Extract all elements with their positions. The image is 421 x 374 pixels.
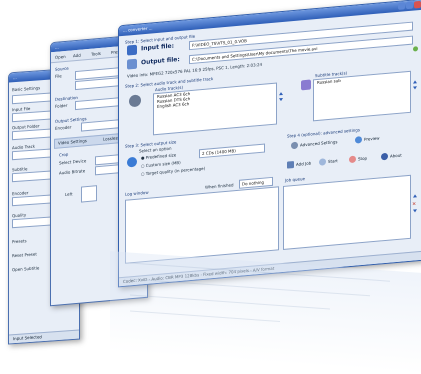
preview-icon	[355, 136, 362, 144]
mid-section-crop: Crop	[59, 151, 69, 158]
job-queue-label: Job queue	[285, 176, 305, 183]
back-status: Input Selected	[9, 329, 79, 344]
reflection-line	[130, 310, 280, 323]
queue-down-icon[interactable]	[413, 209, 417, 213]
step4-label: Step 4 (optional): advanced settings	[287, 127, 360, 139]
back-item-9[interactable]: Open Subtitle	[12, 265, 39, 272]
move-down-icon[interactable]	[279, 97, 283, 102]
option-custom[interactable]: ○ Custom size (MB)	[141, 160, 181, 168]
mid-label-encoder: Encoder	[55, 124, 72, 131]
mid-label-left: Left	[65, 191, 73, 197]
preview-label: Preview	[364, 135, 380, 142]
back-item-8[interactable]: Reset Preset	[12, 251, 37, 258]
mid-label-file: File	[55, 73, 62, 79]
mid-toolbar-tools[interactable]: Tools	[91, 51, 101, 57]
mid-section-source: Source	[55, 65, 69, 72]
reflection-line	[130, 278, 370, 297]
option-predefined-label: Predefined size	[145, 152, 177, 160]
mid-section-audio: Audio Bitrate	[59, 168, 86, 176]
remove-icon[interactable]: ✕	[412, 201, 416, 207]
preview-button[interactable]: Preview	[355, 135, 380, 145]
mid-label-folder: Folder	[55, 102, 68, 109]
mid-tab-video[interactable]: Video Settings	[58, 138, 87, 146]
back-item-7: Presets	[12, 238, 27, 245]
log-window[interactable]	[125, 186, 279, 264]
move-up-icon[interactable]	[279, 91, 283, 96]
about-button[interactable]: About	[381, 152, 402, 162]
add-job-icon	[287, 160, 294, 169]
info-icon	[381, 152, 388, 161]
about-label: About	[390, 152, 402, 159]
maximize-button[interactable]	[406, 1, 413, 10]
option-predefined[interactable]: ● Predefined size	[141, 152, 176, 160]
refresh-icon[interactable]	[413, 46, 418, 52]
option-quality-label: Target quality (in percentage)	[145, 165, 206, 176]
start-button[interactable]: Start	[319, 157, 338, 167]
add-job-button[interactable]: Add Job	[287, 159, 311, 169]
back-item-0[interactable]: Basic Settings	[12, 85, 40, 92]
advanced-settings-button[interactable]: Advanced Settings	[291, 138, 337, 150]
stop-icon	[349, 155, 356, 164]
main-window: ... converter ... Step 1: Select input a…	[118, 0, 421, 288]
mid-toolbar-add[interactable]: Add	[73, 53, 81, 59]
gear-icon	[291, 141, 298, 150]
subtitle-up-icon[interactable]	[413, 80, 417, 84]
mid-toolbar-open[interactable]: Open	[55, 54, 66, 60]
job-queue-list[interactable]	[283, 174, 411, 250]
subtitle-down-icon[interactable]	[413, 86, 417, 90]
when-finished-label: When finished	[205, 182, 234, 190]
mid-preview-box	[81, 185, 97, 203]
window-reflection	[110, 251, 421, 374]
predefined-size-select[interactable]: 2 CDs (1400 MB)	[199, 143, 265, 159]
speaker-icon	[129, 94, 141, 108]
reflection-line	[130, 294, 330, 310]
input-file-icon	[127, 44, 137, 56]
stop-button[interactable]: Stop	[349, 155, 367, 165]
stop-label: Stop	[358, 155, 368, 162]
option-custom-label: Custom size (MB)	[145, 159, 181, 168]
add-job-label: Add Job	[296, 160, 312, 167]
output-file-label: Output file:	[141, 55, 180, 67]
close-button[interactable]	[414, 0, 421, 9]
start-label: Start	[328, 158, 338, 165]
input-file-label: Input file:	[141, 42, 174, 53]
start-icon	[319, 158, 326, 166]
mid-label-device: Select Device	[59, 158, 87, 166]
size-icon	[127, 156, 137, 168]
advanced-settings-label: Advanced Settings	[300, 139, 338, 148]
queue-up-icon[interactable]	[413, 194, 417, 198]
subtitle-icon	[301, 79, 311, 91]
log-window-label: Log window	[125, 189, 149, 197]
subtitle-track-list[interactable]: Russian sub	[313, 70, 411, 122]
minimize-button[interactable]	[398, 2, 405, 10]
output-file-icon	[127, 58, 137, 70]
